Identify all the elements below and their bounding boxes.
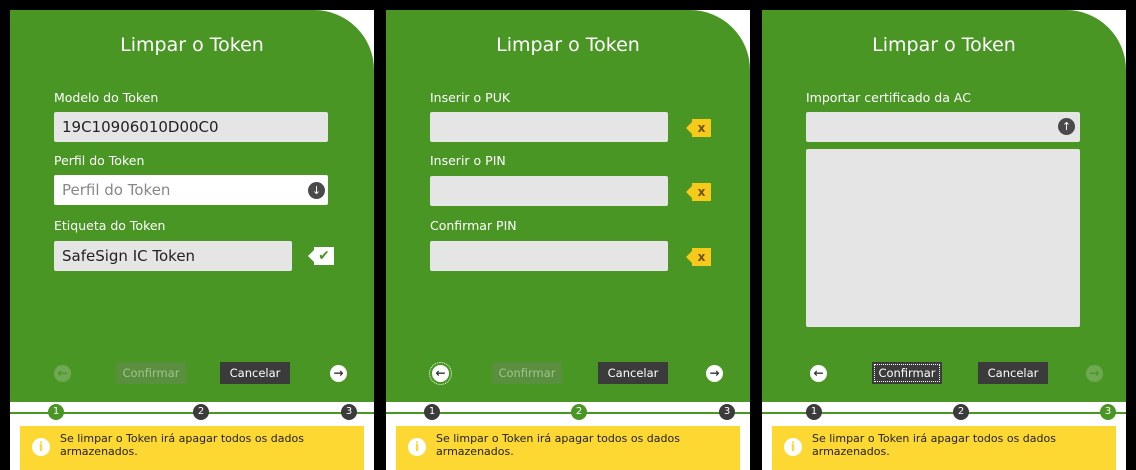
info-icon: i	[32, 438, 50, 456]
panel-title: Limpar o Token	[120, 34, 264, 56]
step-progress-line	[386, 412, 750, 414]
field-label-token-model: Modelo do Token	[54, 90, 159, 105]
arrow-left-icon: ←	[435, 366, 446, 380]
wizard-panel-step-2: Limpar o Token Inserir o PUK x Inserir o…	[386, 10, 750, 470]
field-label-token-label: Etiqueta do Token	[54, 218, 166, 233]
cancel-button[interactable]: Cancelar	[598, 362, 668, 384]
next-button[interactable]: →	[706, 365, 723, 382]
step-progress-line	[10, 412, 374, 414]
field-label-confirm-pin: Confirmar PIN	[430, 218, 517, 233]
check-icon: ✔	[308, 247, 334, 265]
warning-text: Se limpar o Token irá apagar todos os da…	[812, 432, 1056, 458]
step-indicator-2: 2	[193, 404, 209, 420]
warning-text: Se limpar o Token irá apagar todos os da…	[436, 432, 680, 458]
cancel-button[interactable]: Cancelar	[220, 362, 290, 384]
back-button[interactable]: ←	[54, 365, 71, 382]
next-button[interactable]: →	[1086, 365, 1103, 382]
warning-banner: i Se limpar o Token irá apagar todos os …	[396, 426, 740, 470]
token-model-field[interactable]: 19C10906010D00C0	[54, 112, 328, 142]
x-icon: x	[686, 248, 711, 266]
x-icon: x	[686, 119, 711, 137]
field-label-token-profile: Perfil do Token	[54, 153, 145, 168]
step-indicator-1: 1	[806, 404, 822, 420]
step-indicator-3: 3	[719, 404, 735, 420]
panel-title: Limpar o Token	[496, 34, 640, 56]
warning-text: Se limpar o Token irá apagar todos os da…	[60, 432, 304, 458]
token-label-field[interactable]: SafeSign IC Token	[54, 241, 292, 271]
arrow-left-icon: ←	[57, 366, 68, 380]
step-indicator-3: 3	[341, 404, 357, 420]
info-icon: i	[408, 438, 426, 456]
arrow-right-icon: →	[709, 366, 720, 380]
wizard-card: Limpar o Token Inserir o PUK x Inserir o…	[386, 10, 750, 402]
certificate-file-field[interactable]	[806, 112, 1080, 142]
next-button[interactable]: →	[330, 365, 347, 382]
wizard-card: Limpar o Token Modelo do Token 19C109060…	[10, 10, 374, 402]
info-icon: i	[784, 438, 802, 456]
wizard-panel-step-3: Limpar o Token Importar certificado da A…	[762, 10, 1126, 470]
warning-banner: i Se limpar o Token irá apagar todos os …	[772, 426, 1116, 470]
step-indicator-1: 1	[424, 404, 440, 420]
certificate-content-area[interactable]	[806, 149, 1080, 327]
back-button[interactable]: ←	[429, 362, 452, 385]
step-indicator-2: 2	[953, 404, 969, 420]
arrow-right-icon: →	[1089, 366, 1100, 380]
pin-input[interactable]	[430, 176, 668, 206]
arrow-left-icon: ←	[813, 366, 824, 380]
puk-input[interactable]	[430, 112, 668, 142]
wizard-panel-step-1: Limpar o Token Modelo do Token 19C109060…	[10, 10, 374, 470]
token-profile-select[interactable]: Perfil do Token	[54, 175, 328, 205]
confirm-button[interactable]: Confirmar	[116, 362, 186, 384]
panel-title: Limpar o Token	[872, 34, 1016, 56]
confirm-pin-input[interactable]	[430, 241, 668, 271]
step-indicator-1: 1	[48, 404, 64, 420]
chevron-down-icon[interactable]: ↓	[308, 182, 325, 199]
step-indicator-2: 2	[571, 404, 587, 420]
warning-banner: i Se limpar o Token irá apagar todos os …	[20, 426, 364, 470]
confirm-button[interactable]: Confirmar	[492, 362, 562, 384]
wizard-card: Limpar o Token Importar certificado da A…	[762, 10, 1126, 402]
cancel-button[interactable]: Cancelar	[978, 362, 1048, 384]
field-label-pin: Inserir o PIN	[430, 153, 506, 168]
upload-icon[interactable]: ↑	[1058, 118, 1075, 135]
step-indicator-3: 3	[1100, 404, 1116, 420]
field-label-import-certificate: Importar certificado da AC	[806, 90, 971, 105]
field-label-puk: Inserir o PUK	[430, 90, 511, 105]
confirm-button[interactable]: Confirmar	[872, 362, 942, 384]
back-button[interactable]: ←	[810, 365, 827, 382]
arrow-right-icon: →	[333, 366, 344, 380]
x-icon: x	[686, 183, 711, 201]
